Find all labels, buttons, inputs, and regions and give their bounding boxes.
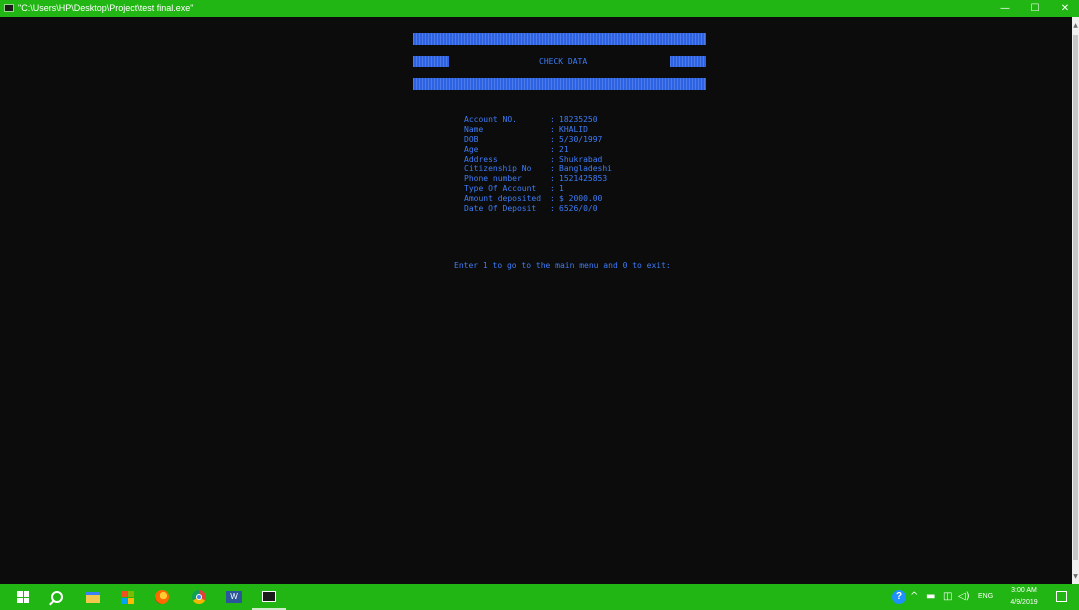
vertical-scrollbar[interactable]: ▲ ▼	[1072, 17, 1079, 584]
clock[interactable]: 3:00 AM 4/9/2019	[1004, 585, 1044, 609]
detail-value: 1	[559, 184, 564, 194]
detail-row: Amount deposited: $ 2000.00	[464, 194, 612, 204]
banner-band-bottom	[413, 78, 706, 90]
notification-center-icon[interactable]	[1056, 591, 1067, 602]
clock-date: 4/9/2019	[1010, 599, 1038, 606]
detail-row: Name: KHALID	[464, 125, 612, 135]
detail-row: Age:21	[464, 145, 612, 155]
console-app-button[interactable]	[252, 584, 286, 610]
window-title: "C:\Users\HP\Desktop\Project\test final.…	[18, 3, 194, 13]
console-window-icon[interactable]	[4, 4, 14, 12]
detail-value: 21	[559, 144, 569, 154]
firefox-icon	[155, 590, 169, 604]
menu-prompt: Enter 1 to go to the main menu and 0 to …	[454, 261, 671, 270]
clock-time: 3:00 AM	[1011, 587, 1037, 594]
detail-separator: :	[550, 184, 555, 194]
banner-band-right	[670, 56, 706, 67]
detail-row: Address: Shukrabad	[464, 155, 612, 165]
banner-band-left	[413, 56, 449, 67]
detail-value: KHALID	[559, 124, 588, 134]
battery-icon[interactable]: ▬	[926, 584, 935, 610]
search-icon	[51, 591, 63, 603]
detail-separator: :	[550, 194, 555, 204]
detail-value: Shukrabad	[559, 154, 603, 164]
detail-label: Age	[464, 144, 479, 154]
scroll-up-arrow-icon[interactable]: ▲	[1072, 22, 1079, 30]
detail-label: Name	[464, 124, 484, 134]
start-button[interactable]	[6, 584, 40, 610]
maximize-button[interactable]: ☐	[1020, 0, 1050, 17]
banner-band-top	[413, 33, 706, 45]
file-explorer-icon	[86, 591, 100, 603]
detail-value: Bangladeshi	[559, 164, 612, 174]
detail-value: 18235250	[559, 115, 598, 124]
detail-separator: :	[550, 154, 555, 164]
detail-value: 5/30/1997	[559, 134, 603, 144]
window-title-bar[interactable]: "C:\Users\HP\Desktop\Project\test final.…	[0, 0, 1079, 17]
file-explorer-button[interactable]	[76, 584, 110, 610]
chrome-button[interactable]	[182, 584, 216, 610]
network-icon[interactable]: ◫	[943, 584, 952, 610]
detail-value: 6526/0/0	[559, 204, 598, 214]
detail-separator: :	[550, 144, 555, 154]
detail-label: Citizenship No	[464, 164, 532, 174]
detail-row: Date Of Deposit:6526/0/0	[464, 204, 612, 214]
detail-row: Account NO.:18235250	[464, 115, 612, 125]
detail-value: $ 2000.00	[559, 194, 603, 204]
detail-label: Type Of Account	[464, 184, 537, 194]
detail-label: DOB	[464, 134, 479, 144]
detail-separator: :	[550, 204, 555, 214]
detail-row: DOB:5/30/1997	[464, 135, 612, 145]
minimize-button[interactable]: —	[990, 0, 1020, 17]
chrome-icon	[192, 590, 206, 604]
store-icon	[120, 590, 134, 604]
detail-label: Phone number	[464, 174, 522, 184]
windows-start-icon	[17, 591, 29, 603]
detail-row: Citizenship No: Bangladeshi	[464, 164, 612, 174]
volume-icon[interactable]: ◁)	[958, 584, 970, 610]
detail-value: 1521425853	[559, 174, 608, 184]
show-hidden-icons-chevron-icon[interactable]: ^	[910, 584, 918, 610]
firefox-button[interactable]	[145, 584, 179, 610]
detail-label: Account NO.	[464, 115, 517, 124]
account-details: Account NO.:18235250 Name: KHALID DOB:5/30/…	[464, 115, 612, 214]
search-button[interactable]	[40, 584, 74, 610]
check-data-heading: CHECK DATA	[539, 57, 588, 66]
close-button[interactable]: ✕	[1050, 0, 1079, 17]
scroll-thumb[interactable]	[1073, 35, 1078, 560]
detail-separator: :	[550, 134, 555, 144]
scroll-down-arrow-icon[interactable]: ▼	[1072, 573, 1079, 581]
detail-separator: :	[550, 174, 555, 184]
detail-separator: :	[550, 115, 555, 124]
word-button[interactable]: W	[217, 584, 251, 610]
detail-label: Address	[464, 154, 498, 164]
detail-label: Amount deposited	[464, 194, 542, 204]
help-icon[interactable]: ?	[892, 590, 906, 604]
console-output-area[interactable]: CHECK DATA Account NO.:18235250 Name: KHAL…	[0, 17, 1072, 584]
detail-row: Type Of Account:1	[464, 184, 612, 194]
detail-row: Phone number:1521425853	[464, 174, 612, 184]
detail-separator: :	[550, 124, 555, 134]
console-app-icon	[262, 590, 276, 602]
word-icon: W	[226, 591, 242, 603]
detail-separator: :	[550, 164, 555, 174]
language-indicator[interactable]: ENG	[978, 584, 993, 610]
detail-label: Date Of Deposit	[464, 204, 537, 214]
store-button[interactable]	[110, 584, 144, 610]
